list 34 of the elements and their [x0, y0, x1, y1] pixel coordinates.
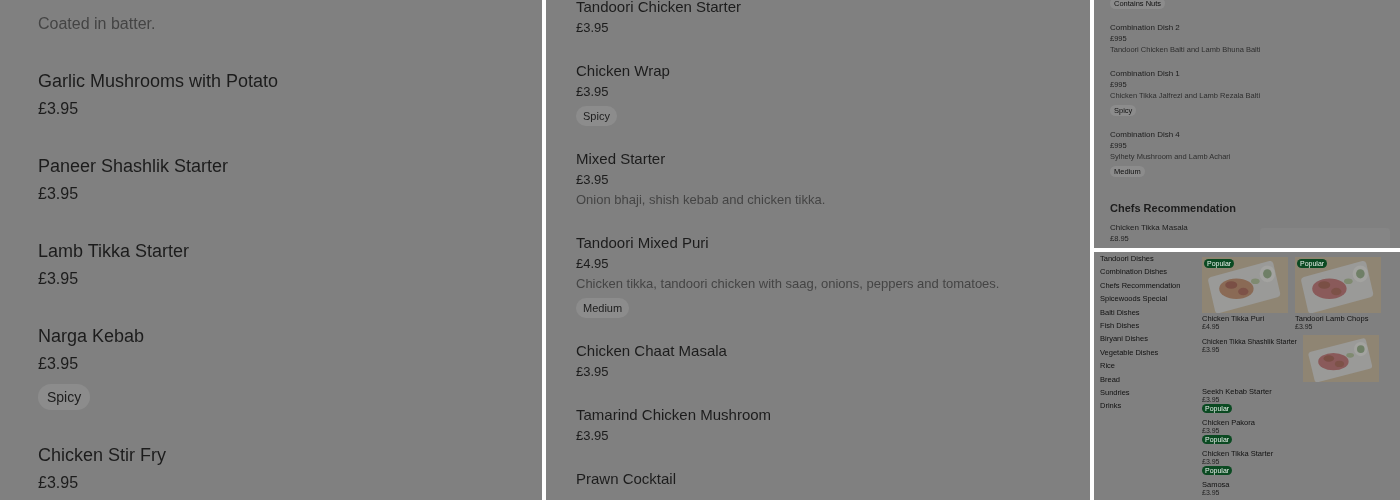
item-title: Narga Kebab — [38, 325, 146, 348]
item-title: Garlic Mushrooms with Potato — [38, 70, 280, 93]
item-price: £3.95 — [576, 427, 610, 445]
tag: Spicy — [576, 106, 617, 126]
item-title: Tandoori Mixed Puri — [576, 233, 710, 253]
item-title: Tandoori Chicken Starter — [576, 0, 743, 17]
item-price: £4.95 — [576, 255, 610, 273]
tag: Spicy — [38, 384, 91, 410]
item-price: £3.95 — [38, 473, 80, 493]
item-title: Tamarind Chicken Mushroom — [576, 405, 773, 425]
item-title: Chicken Tikka Masala — [1110, 223, 1189, 233]
item-description: Onion bhaji, shish kebab and chicken tikka. — [576, 191, 827, 209]
item-price: £3.95 — [576, 83, 610, 101]
item-price: £3.95 — [38, 184, 80, 204]
item-price: £3.95 — [38, 354, 80, 374]
item-title: Chicken Chaat Masala — [576, 341, 728, 361]
item-price: £3.95 — [38, 269, 80, 289]
item-price: £3.95 — [38, 99, 80, 119]
item-title: Mixed Starter — [576, 149, 667, 169]
item-title: Prawn Cocktail — [576, 469, 678, 489]
item-title: Paneer Shashlik Starter — [38, 155, 230, 178]
item-title: Combination Dish 2 — [1110, 23, 1181, 33]
item-title: Lamb Tikka Starter — [38, 240, 191, 263]
item-title: Combination Dish 1 — [1110, 69, 1181, 79]
item-price: £3.95 — [576, 363, 610, 381]
item-price: £3.95 — [576, 171, 610, 189]
item-description: Coated in batter. — [38, 14, 157, 34]
tag: Medium — [576, 298, 630, 318]
item-title: Combination Dish 4 — [1110, 130, 1181, 140]
item-title: Chicken Stir Fry — [38, 444, 168, 467]
item-description: Chicken tikka, tandoori chicken with saag, onions, peppers and tomatoes. — [576, 275, 1001, 293]
item-title: Chicken Wrap — [576, 61, 671, 81]
section-heading: Chefs Recommendation — [1110, 201, 1237, 215]
item-price: £3.95 — [576, 19, 610, 37]
